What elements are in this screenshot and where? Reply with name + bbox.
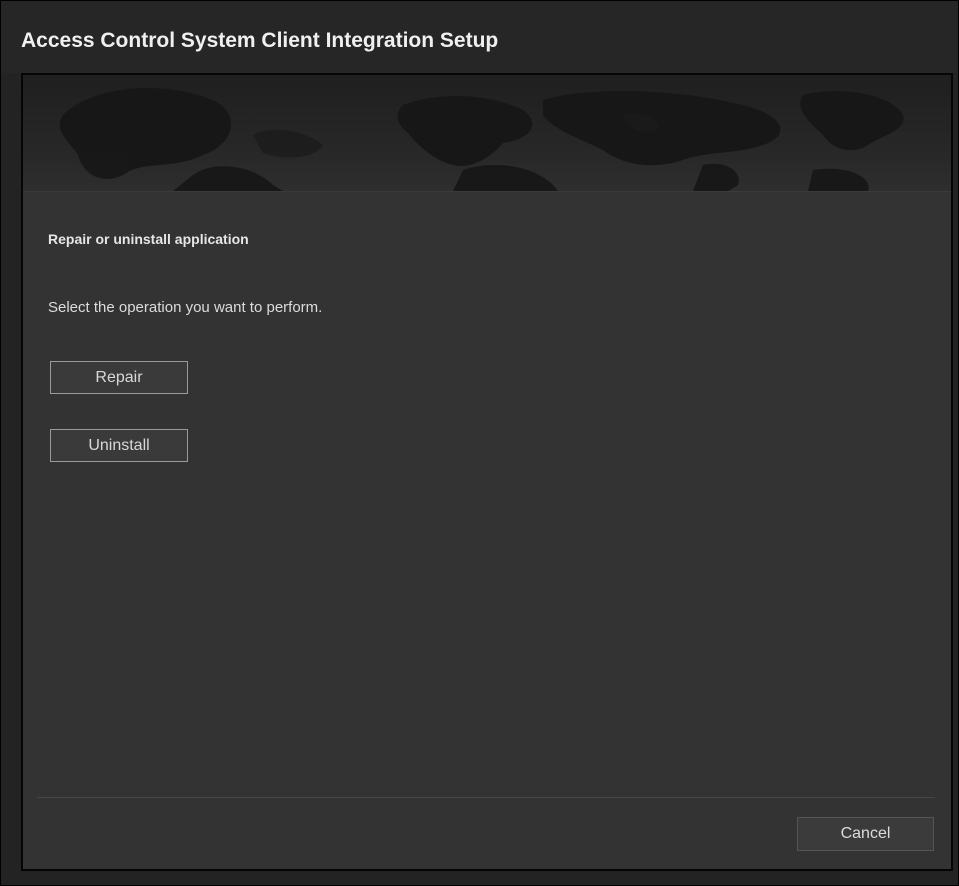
footer-divider	[37, 797, 935, 798]
uninstall-button[interactable]: Uninstall	[50, 429, 188, 462]
repair-button[interactable]: Repair	[50, 361, 188, 394]
content-panel: Repair or uninstall application Select t…	[21, 73, 953, 871]
instruction-text: Select the operation you want to perform…	[48, 299, 323, 316]
world-map-icon	[59, 88, 904, 191]
setup-dialog: Access Control System Client Integration…	[0, 0, 959, 886]
world-map-banner	[23, 75, 951, 192]
title-bar: Access Control System Client Integration…	[1, 1, 958, 73]
page-heading: Repair or uninstall application	[48, 231, 249, 247]
window-title: Access Control System Client Integration…	[21, 29, 499, 52]
cancel-button[interactable]: Cancel	[797, 817, 934, 851]
